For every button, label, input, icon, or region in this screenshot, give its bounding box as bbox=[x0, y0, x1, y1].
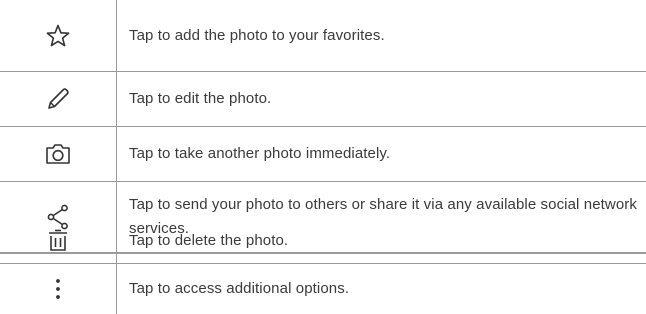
column-divider bbox=[116, 0, 117, 71]
row-description: Tap to take another photo immediately. bbox=[129, 145, 391, 162]
table-row: Tap to delete the photo. bbox=[0, 219, 646, 264]
camera-icon bbox=[45, 144, 70, 164]
table-row: Tap to take another photo immediately. bbox=[0, 127, 646, 182]
row-description: Tap to edit the photo. bbox=[129, 90, 272, 107]
icon-cell bbox=[0, 0, 115, 71]
row-description: Tap to add the photo to your favorites. bbox=[129, 26, 385, 44]
column-divider bbox=[116, 127, 117, 181]
star-icon bbox=[46, 24, 69, 46]
row-description: Tap to delete the photo. bbox=[129, 232, 289, 249]
more-options-icon bbox=[55, 279, 60, 299]
table-row: Tap to add the photo to your favorites. bbox=[0, 0, 646, 72]
icon-cell bbox=[0, 219, 115, 263]
column-divider bbox=[116, 219, 117, 263]
icon-cell bbox=[0, 127, 115, 181]
trash-icon bbox=[48, 229, 67, 251]
icon-cell bbox=[0, 72, 115, 126]
table-row: Tap to access additional options. bbox=[0, 264, 646, 314]
pencil-icon bbox=[47, 88, 69, 109]
icon-cell bbox=[0, 264, 115, 314]
table-row: Tap to edit the photo. bbox=[0, 72, 646, 127]
row-description: Tap to access additional options. bbox=[129, 280, 350, 297]
column-divider bbox=[116, 72, 117, 126]
column-divider bbox=[116, 264, 117, 314]
